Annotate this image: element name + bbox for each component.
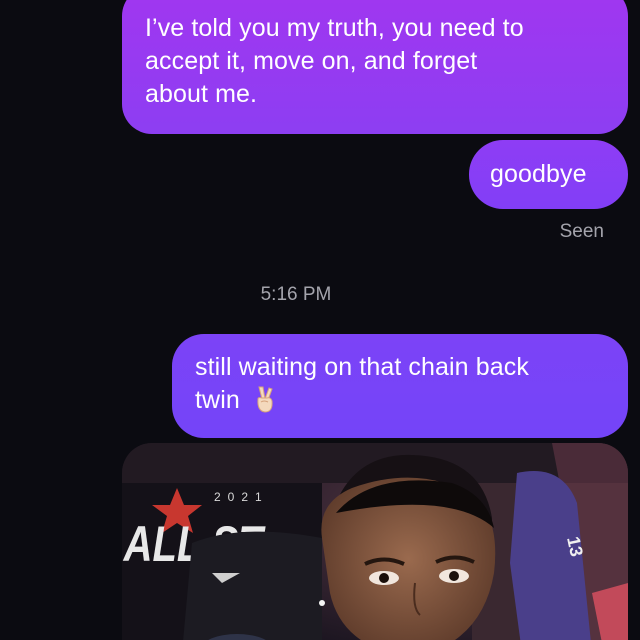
sent-message-bubble[interactable]: still waiting on that chain back twin — [172, 334, 628, 438]
victory-hand-emoji-icon — [257, 386, 273, 413]
message-text-line: about me. — [145, 80, 258, 108]
message-text-line: I’ve told you my truth, you need to — [145, 14, 524, 42]
jersey-number: 13 — [563, 535, 587, 559]
message-text-line: still waiting on that chain back — [195, 353, 529, 381]
dm-thread-screen: I’ve told you my truth, you need to acce… — [0, 0, 640, 640]
overlay-year: 2021 — [214, 490, 269, 504]
seen-receipt: Seen — [559, 221, 604, 242]
photo-content: 2021 ALL ST 13 — [122, 443, 628, 640]
sent-message-bubble[interactable]: goodbye — [469, 140, 628, 209]
message-text-line: twin — [195, 386, 240, 414]
photo-attachment[interactable]: 2021 ALL ST 13 — [122, 443, 628, 640]
message-text-line: accept it, move on, and forget — [145, 47, 478, 75]
sent-message-bubble[interactable]: I’ve told you my truth, you need to acce… — [122, 0, 628, 134]
message-text: goodbye — [490, 160, 587, 188]
message-timestamp: 5:16 PM — [260, 284, 332, 305]
